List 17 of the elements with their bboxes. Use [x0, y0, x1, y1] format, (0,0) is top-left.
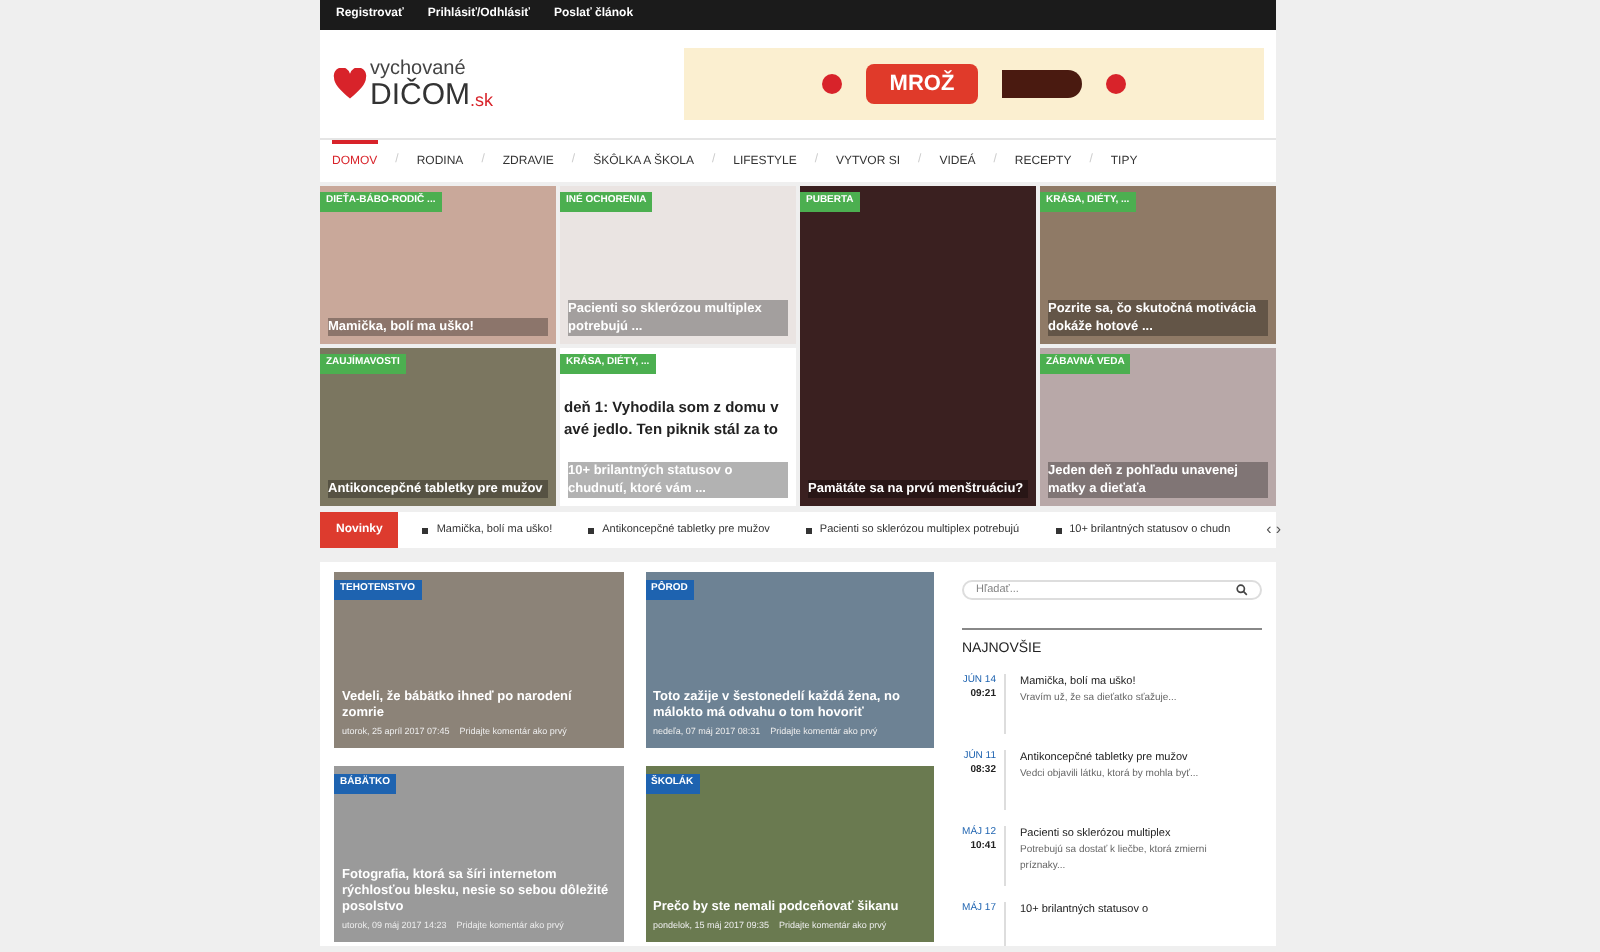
strawberry-icon — [821, 74, 842, 94]
bullet-icon — [588, 527, 595, 533]
logo-suffix: .sk — [470, 91, 494, 109]
strawberry-icon — [1106, 74, 1127, 94]
ad-product-label: MROŽ — [865, 63, 979, 105]
logo-text: DIČOM — [370, 79, 470, 109]
bullet-icon — [1055, 527, 1062, 533]
next-button[interactable]: › — [1275, 518, 1281, 542]
ad-banner[interactable]: MROŽ — [684, 48, 1264, 120]
bullet-icon — [422, 527, 429, 533]
logo-text: vychované — [370, 59, 466, 79]
heart-icon — [332, 68, 368, 100]
bullet-icon — [805, 527, 812, 533]
site-logo[interactable]: vychované DIČOM.sk — [332, 59, 512, 109]
search-icon[interactable] — [1236, 584, 1248, 597]
ice-cream-drawing — [1002, 70, 1083, 98]
prev-button[interactable]: ‹ — [1266, 518, 1272, 542]
